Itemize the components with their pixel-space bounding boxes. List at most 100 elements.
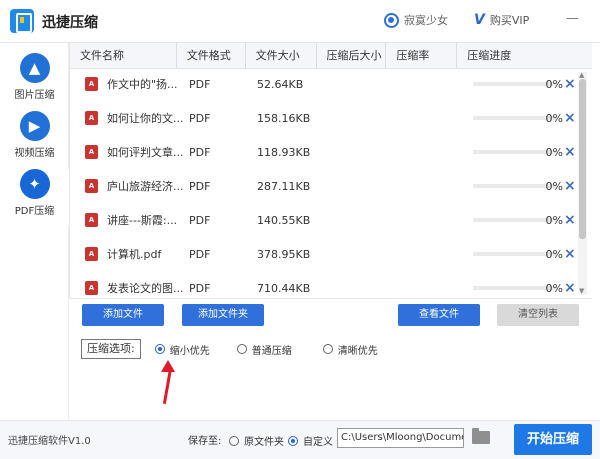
progress-percent: 0%	[545, 213, 563, 227]
file-name: 计算机.pdf	[107, 248, 162, 261]
image-icon: ▲	[19, 53, 50, 83]
remove-icon[interactable]: ×	[564, 178, 576, 194]
minimize-button[interactable]: —	[566, 12, 584, 26]
file-name: 发表论文的图...	[107, 282, 184, 295]
file-table: 文件名称 文件格式 文件大小 压缩后大小 压缩率 压缩进度 A 作文中的"扬..…	[69, 43, 592, 298]
column-header-ratio: 压缩率	[386, 43, 458, 69]
table-scrollbar[interactable]: ▲ ▼	[578, 72, 587, 295]
sidebar-item-label: 图片压缩	[14, 90, 55, 101]
app-version: 迅捷压缩软件V1.0	[8, 436, 91, 447]
folder-icon[interactable]	[472, 428, 490, 444]
file-name: 庐山旅游经济...	[107, 180, 184, 193]
option-shrink-first[interactable]: 缩小优先	[154, 342, 210, 357]
progress-percent: 0%	[545, 145, 563, 159]
pdf-file-icon: A	[85, 281, 98, 295]
buy-vip-button[interactable]: V 购买VIP	[474, 12, 529, 28]
table-body: A 作文中的"扬... PDF 52.64KB 0% × A 如何让你的文...…	[70, 69, 592, 297]
option-normal-compress[interactable]: 普通压缩	[236, 342, 292, 357]
table-row[interactable]: A 计算机.pdf PDF 378.95KB 0% ×	[70, 239, 576, 269]
column-header-name: 文件名称	[70, 43, 177, 69]
file-name: 讲座---斯霞:...	[107, 214, 178, 227]
progress-percent: 0%	[545, 111, 563, 125]
file-name: 作文中的"扬...	[107, 78, 178, 91]
progress-percent: 0%	[545, 77, 563, 91]
sidebar-item-label: PDF压缩	[14, 206, 55, 217]
file-size: 158.16KB	[257, 111, 311, 125]
table-row[interactable]: A 讲座---斯霞:... PDF 140.55KB 0% ×	[70, 205, 576, 235]
user-account[interactable]: 寂寞少女	[384, 12, 448, 28]
option-label: 缩小优先	[169, 345, 210, 357]
radio-selected-icon	[288, 435, 298, 446]
radio-icon	[236, 344, 247, 354]
add-folder-button[interactable]: 添加文件夹	[182, 304, 264, 326]
scroll-down-icon[interactable]: ▼	[579, 288, 586, 295]
table-row[interactable]: A 作文中的"扬... PDF 52.64KB 0% ×	[70, 69, 576, 99]
file-name: 如何让你的文...	[107, 112, 184, 125]
table-row[interactable]: A 如何评判文章... PDF 118.93KB 0% ×	[70, 137, 576, 167]
save-to-label: 保存至:	[188, 436, 222, 447]
pdf-file-icon: A	[85, 77, 98, 91]
vip-icon: V	[474, 12, 485, 28]
file-format: PDF	[189, 145, 211, 159]
footer-bar: 迅捷压缩软件V1.0 保存至: 原文件夹 自定义 C:\Users\Mloong…	[0, 420, 600, 459]
title-bar: 迅捷压缩 寂寞少女 V 购买VIP —	[0, 0, 600, 43]
remove-icon[interactable]: ×	[564, 110, 576, 126]
app-logo	[10, 9, 34, 33]
option-clarity-first[interactable]: 清晰优先	[322, 342, 378, 357]
option-label: 自定义	[303, 437, 333, 448]
radio-icon	[229, 435, 239, 446]
file-format: PDF	[189, 213, 211, 227]
view-file-button[interactable]: 查看文件	[398, 304, 480, 326]
file-format: PDF	[189, 281, 211, 295]
sidebar-item-video-compress[interactable]: ▶ 视频压缩	[0, 111, 69, 169]
scroll-up-icon[interactable]: ▲	[579, 72, 586, 79]
table-row[interactable]: A 如何让你的文... PDF 158.16KB 0% ×	[70, 103, 576, 133]
add-file-button[interactable]: 添加文件	[82, 304, 164, 326]
save-path-field[interactable]: C:\Users\Mloong\Docume	[337, 428, 464, 448]
table-row[interactable]: A 发表论文的图... PDF 710.44KB 0% ×	[70, 273, 576, 297]
pdf-icon: ✦	[19, 169, 50, 199]
save-custom-option[interactable]: 自定义	[288, 433, 333, 448]
file-size: 710.44KB	[257, 281, 311, 295]
radio-icon	[322, 344, 333, 354]
divider	[69, 298, 592, 299]
column-header-compressed-size: 压缩后大小	[317, 43, 387, 69]
pdf-file-icon: A	[85, 247, 98, 261]
buy-vip-label: 购买VIP	[489, 14, 530, 27]
progress-percent: 0%	[545, 247, 563, 261]
file-size: 52.64KB	[257, 77, 304, 91]
column-header-size: 文件大小	[246, 43, 317, 69]
file-size: 140.55KB	[257, 213, 311, 227]
sidebar-item-image-compress[interactable]: ▲ 图片压缩	[0, 53, 69, 111]
option-label: 普通压缩	[251, 345, 292, 357]
option-label: 清晰优先	[337, 345, 378, 357]
column-header-format: 文件格式	[177, 43, 246, 69]
remove-icon[interactable]: ×	[564, 76, 576, 92]
save-original-folder-option[interactable]: 原文件夹	[229, 433, 284, 448]
table-row[interactable]: A 庐山旅游经济... PDF 287.11KB 0% ×	[70, 171, 576, 201]
radio-selected-icon	[154, 344, 165, 354]
red-arrow-annotation	[161, 360, 175, 405]
table-header: 文件名称 文件格式 文件大小 压缩后大小 压缩率 压缩进度	[70, 43, 592, 69]
remove-icon[interactable]: ×	[564, 246, 576, 262]
progress-percent: 0%	[545, 281, 563, 295]
user-icon	[384, 12, 399, 28]
scroll-thumb[interactable]	[579, 79, 586, 239]
pdf-file-icon: A	[85, 213, 98, 227]
sidebar-item-pdf-compress[interactable]: ✦ PDF压缩	[0, 169, 69, 227]
remove-icon[interactable]: ×	[564, 144, 576, 160]
start-compress-button[interactable]: 开始压缩	[514, 424, 592, 455]
file-format: PDF	[189, 247, 211, 261]
compression-options-label: 压缩选项:	[81, 339, 141, 359]
file-format: PDF	[189, 111, 211, 125]
option-label: 原文件夹	[244, 437, 284, 448]
remove-icon[interactable]: ×	[564, 280, 576, 296]
user-name: 寂寞少女	[404, 14, 448, 27]
remove-icon[interactable]: ×	[564, 212, 576, 228]
file-size: 378.95KB	[257, 247, 311, 261]
compression-options: 压缩选项: 缩小优先 普通压缩 清晰优先	[81, 339, 378, 359]
play-icon: ▶	[19, 111, 50, 141]
file-format: PDF	[189, 179, 211, 193]
file-format: PDF	[189, 77, 211, 91]
clear-list-button[interactable]: 清空列表	[497, 304, 579, 326]
